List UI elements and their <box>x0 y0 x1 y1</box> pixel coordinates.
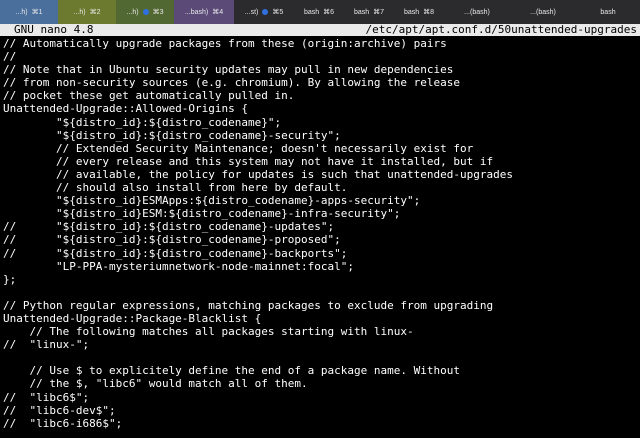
editor-line: // "${distro_id}:${distro_codename}-upda… <box>3 220 335 234</box>
tab-shortcut: ⌘1 <box>31 9 43 16</box>
editor-line: // Extended Security Maintenance; doesn'… <box>3 141 474 155</box>
tab-shortcut: ⌘8 <box>423 9 435 16</box>
editor-line: // from non-security sources (e.g. chrom… <box>3 76 460 90</box>
tab-shortcut: ⌘6 <box>323 9 335 16</box>
editor-line: }; <box>3 272 17 286</box>
editor-line: // The following matches all packages st… <box>3 325 414 339</box>
terminal-tab-3[interactable]: ...h) ⌘3 <box>116 0 174 24</box>
terminal-tab-2[interactable]: ...h) ⌘2 <box>58 0 116 24</box>
editor-line: // Python regular expressions, matching … <box>3 298 494 312</box>
terminal-tab-8[interactable]: bash ⌘8 <box>394 0 444 24</box>
editor-line: Unattended-Upgrade::Package-Blacklist { <box>3 311 262 325</box>
app-name: GNU nano 4.8 <box>14 23 94 36</box>
file-path: /etc/apt/apt.conf.d/50unattended-upgrade… <box>365 23 637 36</box>
tab-label: bash <box>303 8 320 16</box>
terminal-tab-5[interactable]: ...st) ⌘5 <box>234 0 294 24</box>
terminal-tab-bar: ...h) ⌘1 ...h) ⌘2 ...h) ⌘3 ...bash) ⌘4 ...st) ⌘5 b… <box>0 0 640 24</box>
tab-label: ...(bash) <box>530 8 556 16</box>
tab-label: ...h) <box>15 8 28 16</box>
tab-label: bash <box>600 8 616 16</box>
editor-line: "${distro_id}ESM:${distro_codename}-infr… <box>3 207 401 221</box>
tab-label: bash <box>353 8 370 16</box>
editor-line: // Automatically upgrade packages from t… <box>3 37 447 50</box>
editor-line: // should also install from here by defa… <box>3 181 348 195</box>
editor-line: // "${distro_id}:${distro_codename}-prop… <box>3 233 341 247</box>
text-editor[interactable]: // Automatically upgrade packages from t… <box>3 37 640 430</box>
editor-line: "LP-PPA-mysteriumnetwork-node-mainnet:fo… <box>3 259 354 273</box>
editor-line: // every release and this system may not… <box>3 154 494 168</box>
nano-title-bar: GNU nano 4.8 /etc/apt/apt.conf.d/50unatt… <box>0 24 640 36</box>
terminal-tab-7[interactable]: bash ⌘7 <box>344 0 394 24</box>
tab-shortcut: ⌘5 <box>272 9 284 16</box>
tab-label: ...bash) <box>184 8 209 16</box>
terminal-tab-6[interactable]: bash ⌘6 <box>294 0 344 24</box>
editor-line: // "linux-"; <box>3 338 90 352</box>
terminal-tab-11[interactable]: bash <box>576 0 640 24</box>
tab-shortcut: ⌘7 <box>373 9 385 16</box>
editor-line: "${distro_id}ESMApps:${distro_codename}-… <box>3 194 421 208</box>
tab-label: ...h) <box>126 8 139 16</box>
editor-line: // Use $ to explicitely define the end o… <box>3 364 460 378</box>
editor-line: // available, the policy for updates is … <box>3 167 513 181</box>
tab-label: ...h) <box>73 8 86 16</box>
editor-line: "${distro_id}:${distro_codename}-securit… <box>3 128 341 142</box>
activity-dot-icon <box>262 9 269 15</box>
terminal-tab-10[interactable]: ...(bash) <box>510 0 576 24</box>
editor-line: // "${distro_id}:${distro_codename}-back… <box>3 246 348 260</box>
tab-label: ...(bash) <box>464 8 490 16</box>
activity-dot-icon <box>142 9 149 15</box>
terminal-tab-9[interactable]: ...(bash) <box>444 0 510 24</box>
tab-shortcut: ⌘4 <box>212 9 224 16</box>
tab-label: ...st) <box>244 8 259 16</box>
editor-line: // Note that in Ubuntu security updates … <box>3 63 454 77</box>
tab-label: bash <box>403 8 420 16</box>
terminal-tab-4[interactable]: ...bash) ⌘4 <box>174 0 234 24</box>
editor-line: "${distro_id}:${distro_codename}"; <box>3 115 282 129</box>
editor-line: // <box>3 50 17 64</box>
tab-shortcut: ⌘3 <box>152 9 164 16</box>
editor-line: // the $, "libc6" would match all of the… <box>3 377 308 391</box>
editor-line: // "libc6-i686$"; <box>3 416 123 430</box>
tab-shortcut: ⌘2 <box>89 9 101 16</box>
editor-line: // "libc6-dev$"; <box>3 403 116 417</box>
terminal-tab-1[interactable]: ...h) ⌘1 <box>0 0 58 24</box>
editor-line: // "libc6$"; <box>3 390 90 404</box>
editor-line: // pocket these get automatically pulled… <box>3 89 295 103</box>
editor-line: Unattended-Upgrade::Allowed-Origins { <box>3 102 249 116</box>
